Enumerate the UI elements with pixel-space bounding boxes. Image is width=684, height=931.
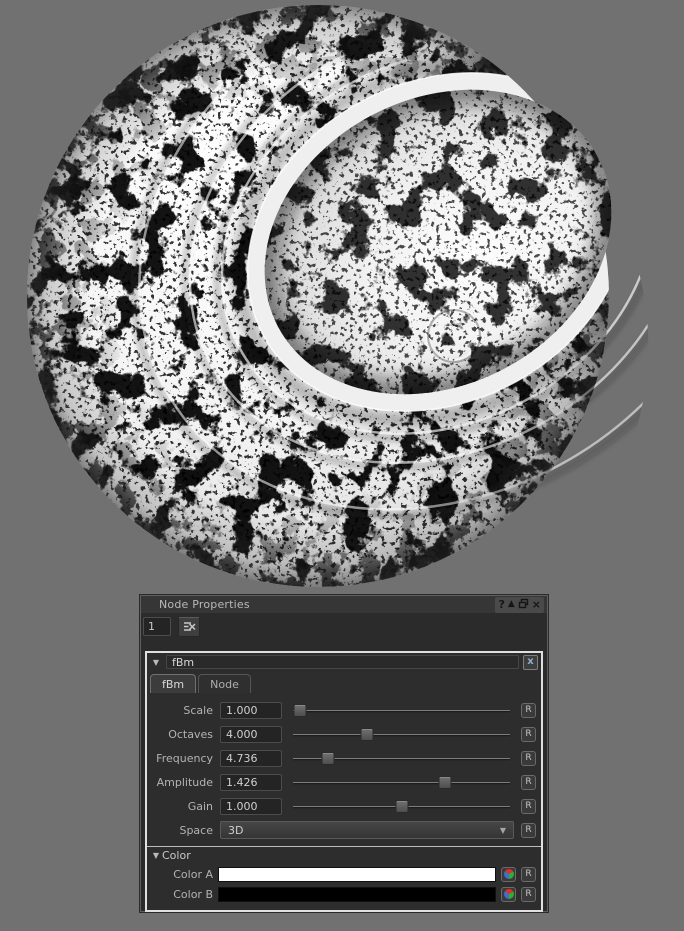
restore-icon-glyph [518, 598, 529, 609]
color-section-title: Color [162, 849, 191, 862]
color-picker-button[interactable] [501, 867, 516, 882]
param-row-space: Space 3D ▼ R [147, 818, 541, 842]
color-row-a: Color A R [147, 864, 541, 884]
param-slider[interactable] [293, 704, 510, 717]
slider-handle[interactable] [360, 728, 373, 741]
node-tabs: fBm Node [147, 671, 541, 693]
param-value: 4.736 [226, 752, 258, 765]
list-x-icon [183, 621, 196, 632]
shader-ball-preview [0, 0, 684, 600]
help-icon[interactable]: ? [498, 598, 504, 611]
param-slider[interactable] [293, 752, 510, 765]
param-value-field[interactable]: 1.426 [220, 774, 282, 791]
panel-toolbar: 1 [141, 613, 547, 639]
param-value-field[interactable]: 1.000 [220, 702, 282, 719]
param-list: Scale 1.000 R Octaves 4.000 R Frequency … [147, 693, 541, 910]
param-value: 1.000 [226, 800, 258, 813]
popup-icon[interactable]: ▲ [508, 598, 515, 611]
param-label: Color A [149, 868, 213, 881]
reset-button[interactable]: R [521, 703, 536, 718]
rgb-wheel-icon [504, 869, 514, 879]
node-header: ▼ fBm x [147, 653, 541, 671]
param-value: 1.426 [226, 776, 258, 789]
color-b-swatch[interactable] [218, 887, 496, 902]
panel-titlebar[interactable]: Node Properties ? ▲ × [141, 596, 547, 613]
chevron-down-icon: ▼ [500, 826, 506, 835]
node-name-field[interactable]: fBm [166, 655, 519, 669]
color-section: ▼ Color Color A R Color B R [147, 846, 541, 910]
node-index-field[interactable]: 1 [143, 617, 171, 636]
param-row-frequency: Frequency 4.736 R [147, 746, 541, 770]
param-value-field[interactable]: 4.736 [220, 750, 282, 767]
collapse-arrow-icon[interactable]: ▼ [150, 851, 162, 860]
close-icon[interactable]: × [532, 598, 541, 611]
param-value-field[interactable]: 1.000 [220, 798, 282, 815]
reset-button[interactable]: R [521, 751, 536, 766]
filter-nodes-button[interactable] [178, 617, 200, 637]
node-properties-panel: Node Properties ? ▲ × 1 ▼ fBm [140, 595, 548, 912]
param-value-field[interactable]: 4.000 [220, 726, 282, 743]
param-label: Color B [149, 888, 213, 901]
reset-button[interactable]: R [521, 823, 536, 838]
space-value: 3D [228, 824, 243, 837]
delete-node-button[interactable]: x [523, 655, 538, 670]
node-name: fBm [172, 656, 194, 669]
fbm-node-group: ▼ fBm x fBm Node Scale 1.000 R Octaves 4… [145, 651, 543, 912]
color-row-b: Color B R [147, 884, 541, 904]
reset-button[interactable]: R [521, 727, 536, 742]
param-value: 4.000 [226, 728, 258, 741]
param-row-scale: Scale 1.000 R [147, 698, 541, 722]
slider-handle[interactable] [293, 704, 306, 717]
panel-title: Node Properties [159, 598, 495, 611]
tab-fbm[interactable]: fBm [150, 674, 196, 693]
param-label: Scale [149, 704, 213, 717]
param-slider[interactable] [293, 728, 510, 741]
slider-handle[interactable] [321, 752, 334, 765]
reset-button[interactable]: R [521, 775, 536, 790]
param-label: Amplitude [149, 776, 213, 789]
param-slider[interactable] [293, 800, 510, 813]
restore-icon[interactable] [518, 598, 529, 612]
collapse-arrow-icon[interactable]: ▼ [150, 658, 162, 667]
reset-button[interactable]: R [521, 887, 536, 902]
param-row-octaves: Octaves 4.000 R [147, 722, 541, 746]
param-value: 1.000 [226, 704, 258, 717]
param-slider[interactable] [293, 776, 510, 789]
color-picker-button[interactable] [501, 887, 516, 902]
node-index-value: 1 [148, 620, 155, 633]
space-dropdown[interactable]: 3D ▼ [220, 821, 514, 839]
param-label: Space [149, 824, 213, 837]
param-row-amplitude: Amplitude 1.426 R [147, 770, 541, 794]
slider-handle[interactable] [395, 800, 408, 813]
param-label: Frequency [149, 752, 213, 765]
reset-button[interactable]: R [521, 799, 536, 814]
titlebar-icon-group: ? ▲ × [495, 597, 544, 613]
param-label: Octaves [149, 728, 213, 741]
tab-node[interactable]: Node [198, 674, 251, 693]
param-row-gain: Gain 1.000 R [147, 794, 541, 818]
color-section-header: ▼ Color [147, 847, 541, 864]
rgb-wheel-icon [504, 889, 514, 899]
slider-handle[interactable] [438, 776, 451, 789]
color-a-swatch[interactable] [218, 867, 496, 882]
param-label: Gain [149, 800, 213, 813]
reset-button[interactable]: R [521, 867, 536, 882]
